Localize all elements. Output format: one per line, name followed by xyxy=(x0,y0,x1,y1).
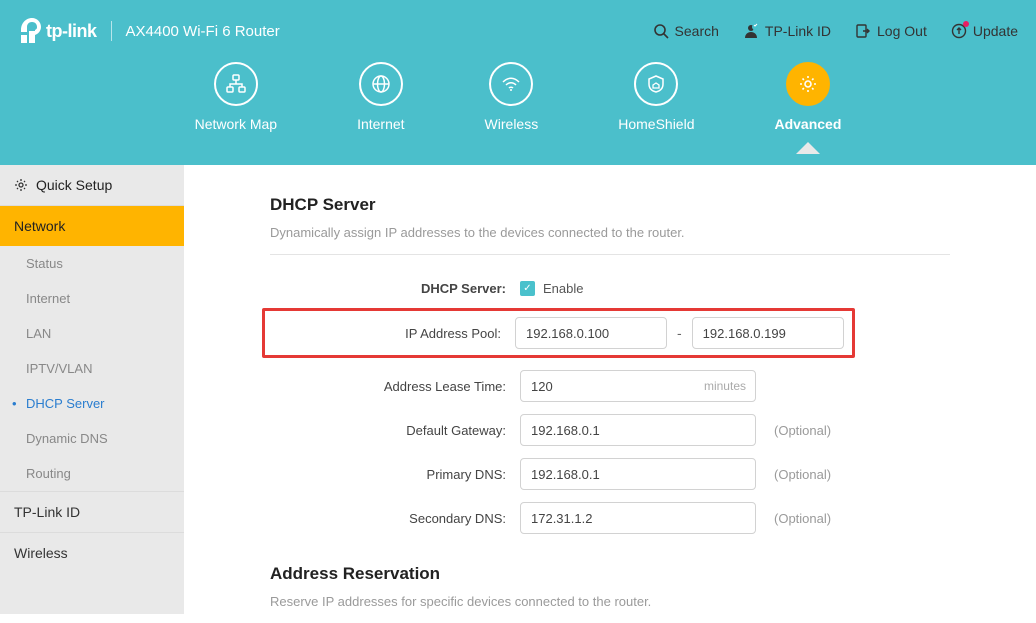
sidebar-sub-dynamic-dns[interactable]: Dynamic DNS xyxy=(0,421,184,456)
label-dhcp-server: DHCP Server: xyxy=(270,281,520,296)
ip-pool-start-input[interactable] xyxy=(515,317,667,349)
enable-checkbox[interactable]: ✓ xyxy=(520,281,535,296)
label-lease-time: Address Lease Time: xyxy=(270,379,520,394)
sidebar-item-quick-setup[interactable]: Quick Setup xyxy=(0,165,184,206)
enable-label: Enable xyxy=(543,281,583,296)
sidebar-item-tplink-id[interactable]: TP-Link ID xyxy=(0,491,184,532)
optional-text: (Optional) xyxy=(774,423,831,438)
update-badge xyxy=(963,21,969,27)
primary-dns-input[interactable] xyxy=(520,458,756,490)
label-default-gateway: Default Gateway: xyxy=(270,423,520,438)
tab-internet[interactable]: Internet xyxy=(357,62,404,132)
sidebar-sub-internet[interactable]: Internet xyxy=(0,281,184,316)
tab-advanced[interactable]: Advanced xyxy=(774,62,841,132)
sidebar-sub-dhcp-server[interactable]: DHCP Server xyxy=(0,386,184,421)
search-icon xyxy=(653,23,669,39)
default-gateway-input[interactable] xyxy=(520,414,756,446)
sidebar-sub-lan[interactable]: LAN xyxy=(0,316,184,351)
tab-wireless[interactable]: Wireless xyxy=(485,62,539,132)
secondary-dns-input[interactable] xyxy=(520,502,756,534)
brand-logo: tp-link xyxy=(18,18,97,44)
tplink-logo-icon xyxy=(18,18,42,44)
gear-icon xyxy=(14,178,28,192)
person-icon xyxy=(743,23,759,39)
ip-pool-end-input[interactable] xyxy=(692,317,844,349)
dash: - xyxy=(677,325,682,341)
wifi-icon xyxy=(500,73,522,95)
update-action[interactable]: Update xyxy=(951,23,1018,39)
reservation-title: Address Reservation xyxy=(270,564,950,584)
gear-icon xyxy=(797,73,819,95)
section-title: DHCP Server xyxy=(270,195,950,215)
section-description: Dynamically assign IP addresses to the d… xyxy=(270,225,950,255)
sidebar-sub-iptv-vlan[interactable]: IPTV/VLAN xyxy=(0,351,184,386)
optional-text: (Optional) xyxy=(774,511,831,526)
sidebar: Quick Setup Network Status Internet LAN … xyxy=(0,165,184,614)
lease-unit: minutes xyxy=(704,379,746,393)
label-secondary-dns: Secondary DNS: xyxy=(270,511,520,526)
tab-network-map[interactable]: Network Map xyxy=(195,62,277,132)
search-action[interactable]: Search xyxy=(653,23,719,39)
sidebar-sub-status[interactable]: Status xyxy=(0,246,184,281)
shield-home-icon xyxy=(645,73,667,95)
sidebar-item-network[interactable]: Network xyxy=(0,206,184,246)
device-name: AX4400 Wi-Fi 6 Router xyxy=(126,23,280,40)
logout-action[interactable]: Log Out xyxy=(855,23,927,39)
sidebar-item-wireless[interactable]: Wireless xyxy=(0,532,184,573)
optional-text: (Optional) xyxy=(774,467,831,482)
divider xyxy=(111,21,112,41)
reservation-description: Reserve IP addresses for specific device… xyxy=(270,594,950,623)
network-map-icon xyxy=(225,73,247,95)
label-primary-dns: Primary DNS: xyxy=(270,467,520,482)
sidebar-sub-routing[interactable]: Routing xyxy=(0,456,184,491)
tplink-id-action[interactable]: TP-Link ID xyxy=(743,23,831,39)
logout-icon xyxy=(855,23,871,39)
globe-icon xyxy=(370,73,392,95)
label-ip-pool: IP Address Pool: xyxy=(273,326,515,341)
ip-pool-highlight: IP Address Pool: - xyxy=(262,308,855,358)
tab-homeshield[interactable]: HomeShield xyxy=(618,62,694,132)
